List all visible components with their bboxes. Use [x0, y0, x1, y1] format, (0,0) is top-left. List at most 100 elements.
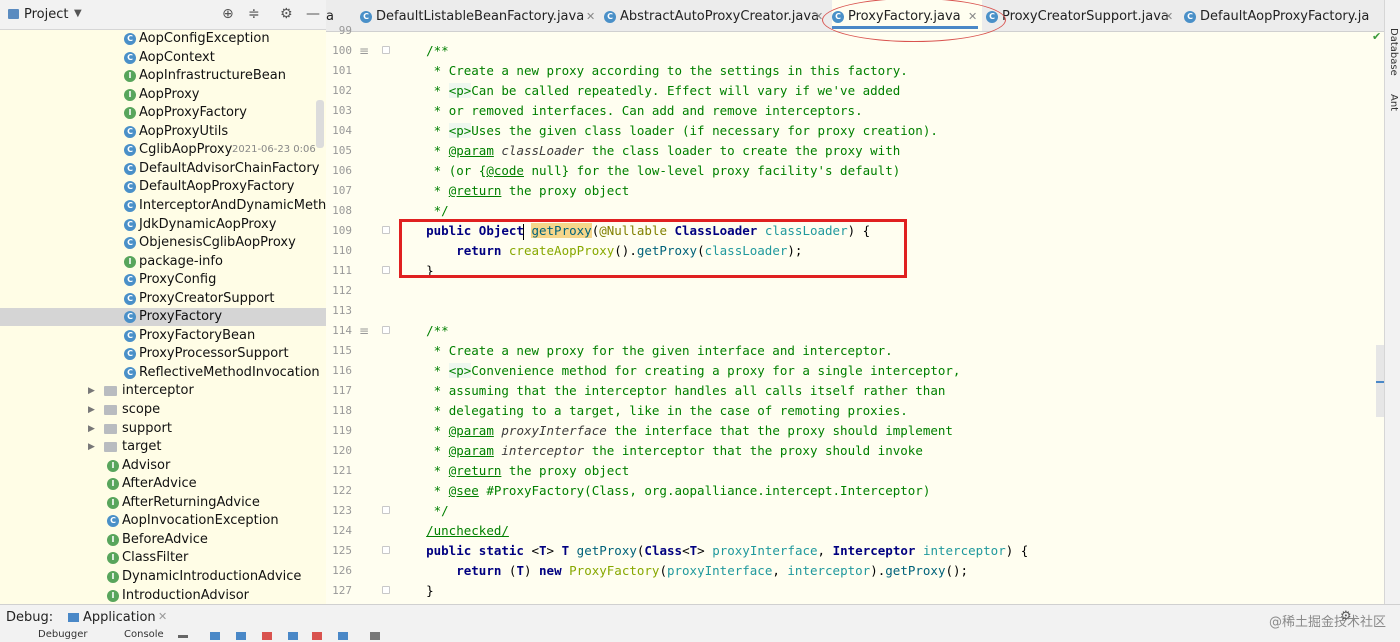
- tree-item[interactable]: I Advisor: [0, 457, 326, 475]
- project-panel-header: Project ▼ ⊕ ≑ ⚙ —: [0, 0, 326, 30]
- force-step-into-icon[interactable]: [262, 632, 272, 640]
- tree-item[interactable]: C DefaultAopProxyFactory: [0, 178, 326, 196]
- tree-item[interactable]: ▶ support: [0, 420, 326, 438]
- code-line: /**: [426, 43, 449, 58]
- tree-item[interactable]: I AfterReturningAdvice: [0, 494, 326, 512]
- chevron-right-icon[interactable]: ▶: [88, 401, 95, 419]
- tree-item[interactable]: C ProxyFactory: [0, 308, 326, 327]
- tree-item[interactable]: I AopProxy: [0, 86, 326, 104]
- tree-item[interactable]: C ProxyConfig: [0, 271, 326, 289]
- line-number: 126: [332, 564, 352, 577]
- target-icon[interactable]: ⊕: [222, 6, 234, 22]
- evaluate-icon[interactable]: [370, 632, 380, 640]
- tree-item-label: ReflectiveMethodInvocation: [139, 364, 320, 380]
- tree-item-label: DefaultAopProxyFactory: [139, 179, 295, 195]
- tree-item[interactable]: I ClassFilter: [0, 549, 326, 567]
- collapse-icon[interactable]: ≑: [248, 6, 260, 22]
- fold-marker-icon[interactable]: [382, 326, 390, 334]
- tab-default-aop-proxy-factory[interactable]: C DefaultAopProxyFactory.ja: [1184, 0, 1384, 31]
- watermark: @稀土掘金技术社区: [1268, 615, 1386, 630]
- tree-item[interactable]: I DynamicIntroductionAdvice: [0, 568, 326, 586]
- tab-proxy-creator-support[interactable]: C ProxyCreatorSupport.java ✕: [986, 0, 1176, 31]
- javadoc-icon[interactable]: ≡: [359, 44, 369, 58]
- chevron-right-icon[interactable]: ▶: [88, 420, 95, 438]
- tree-item[interactable]: C InterceptorAndDynamicMethod: [0, 197, 326, 215]
- fold-marker-icon[interactable]: [382, 46, 390, 54]
- folder-icon: [104, 442, 117, 453]
- fold-marker-icon[interactable]: [382, 226, 390, 234]
- tree-item[interactable]: C CglibAopProxy 2021-06-23 0:06: [0, 141, 326, 159]
- chevron-right-icon[interactable]: ▶: [88, 382, 95, 400]
- right-tool-strip: [1384, 0, 1400, 604]
- tree-item-label: AopConfigException: [139, 31, 270, 46]
- tree-item[interactable]: C AopInvocationException: [0, 512, 326, 530]
- tree-item[interactable]: C ProxyProcessorSupport: [0, 345, 326, 363]
- tree-item[interactable]: ▶ scope: [0, 401, 326, 419]
- tab-application[interactable]: Application: [68, 610, 156, 625]
- chevron-down-icon[interactable]: ▼: [74, 8, 82, 19]
- debugger-tab[interactable]: Debugger: [38, 629, 88, 640]
- tree-item[interactable]: I AopProxyFactory: [0, 104, 326, 122]
- tab-abstract-auto-proxy-creator[interactable]: C AbstractAutoProxyCreator.java ✕: [604, 0, 826, 31]
- chevron-right-icon[interactable]: ▶: [88, 438, 95, 456]
- fold-marker-icon[interactable]: [382, 546, 390, 554]
- minimize-icon[interactable]: —: [306, 6, 320, 22]
- fold-marker-icon[interactable]: [382, 586, 390, 594]
- project-panel-title[interactable]: Project: [24, 7, 68, 22]
- step-out-icon[interactable]: [288, 632, 298, 640]
- step-over-icon[interactable]: [210, 632, 220, 640]
- tree-item[interactable]: I IntroductionAdvisor: [0, 587, 326, 605]
- fold-marker-icon[interactable]: [382, 266, 390, 274]
- javadoc-icon[interactable]: ≡: [359, 324, 369, 338]
- console-tab[interactable]: Console: [124, 629, 164, 640]
- tree-item[interactable]: ▶ interceptor: [0, 382, 326, 400]
- menu-icon[interactable]: [178, 635, 188, 638]
- close-icon[interactable]: ✕: [586, 0, 595, 31]
- ant-tool-tab[interactable]: Ant: [1388, 94, 1399, 111]
- tree-item-label: AopInfrastructureBean: [139, 68, 286, 84]
- tree-item-label: InterceptorAndDynamicMethod: [139, 197, 326, 213]
- step-into-icon[interactable]: [236, 632, 246, 640]
- tree-item[interactable]: I AopInfrastructureBean: [0, 67, 326, 85]
- code-line: }: [396, 583, 434, 598]
- tree-item[interactable]: C ProxyFactoryBean: [0, 327, 326, 345]
- line-number: 114: [332, 324, 352, 337]
- drop-frame-icon[interactable]: [312, 632, 322, 640]
- tree-item[interactable]: C ProxyCreatorSupport: [0, 290, 326, 308]
- tree-item[interactable]: C ReflectiveMethodInvocation: [0, 364, 326, 382]
- fold-marker-icon[interactable]: [382, 506, 390, 514]
- tree-item[interactable]: C ObjenesisCglibAopProxy: [0, 234, 326, 252]
- tree-item[interactable]: C JdkDynamicAopProxy: [0, 216, 326, 234]
- project-tree[interactable]: C AopConfigException C AopContext I AopInfras…: [0, 30, 326, 604]
- tree-scrollbar[interactable]: [316, 100, 324, 148]
- line-number: 101: [332, 64, 352, 77]
- tree-item[interactable]: C AopConfigException: [0, 30, 326, 48]
- application-tab-label: Application: [83, 610, 156, 625]
- interface-icon: I: [107, 459, 119, 472]
- gear-icon[interactable]: ⚙: [280, 6, 293, 22]
- close-icon[interactable]: ✕: [1164, 0, 1173, 31]
- code-line: */: [433, 203, 449, 218]
- tree-item[interactable]: C DefaultAdvisorChainFactory: [0, 160, 326, 178]
- tree-item[interactable]: C AopContext: [0, 49, 326, 67]
- class-icon: C: [124, 366, 136, 379]
- project-panel-icon: [8, 9, 19, 19]
- close-icon[interactable]: ✕: [814, 0, 823, 31]
- tree-item[interactable]: Ipackage-info: [0, 253, 326, 271]
- tree-item[interactable]: C AopProxyUtils: [0, 123, 326, 141]
- tree-item[interactable]: I BeforeAdvice: [0, 531, 326, 549]
- tree-item-label: CglibAopProxy: [139, 142, 233, 158]
- code-line: public static <T> T getProxy(Class<T> pr…: [426, 543, 1029, 558]
- tree-item-label: AopContext: [139, 49, 215, 65]
- tree-item-label: interceptor: [122, 383, 194, 399]
- class-icon: C: [604, 11, 616, 23]
- tab-default-listable-bean-factory[interactable]: C DefaultListableBeanFactory.java ✕: [360, 0, 598, 31]
- code-line: * @return the proxy object: [433, 183, 630, 198]
- close-icon[interactable]: ✕: [158, 610, 167, 623]
- tree-item[interactable]: I AfterAdvice: [0, 475, 326, 493]
- database-tool-tab[interactable]: Database: [1388, 28, 1399, 76]
- run-to-cursor-icon[interactable]: [338, 632, 348, 640]
- line-number: 113: [332, 304, 352, 317]
- tree-item[interactable]: ▶ target: [0, 438, 326, 456]
- line-number: 125: [332, 544, 352, 557]
